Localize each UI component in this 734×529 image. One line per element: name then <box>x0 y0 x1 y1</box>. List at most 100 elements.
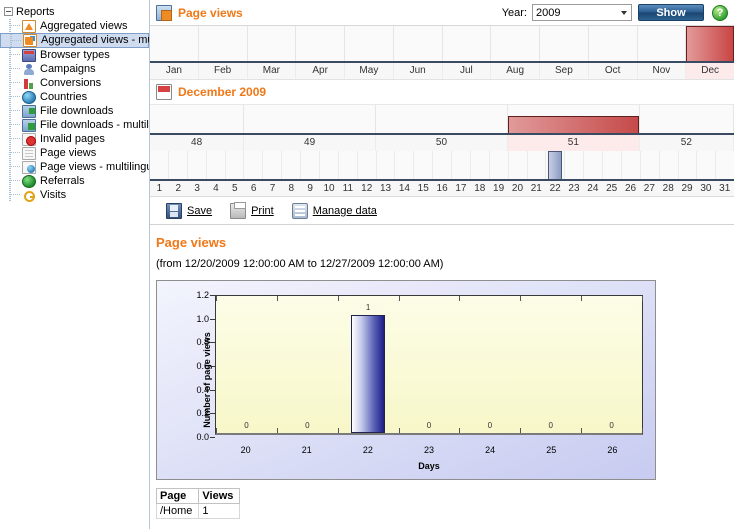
day-label-19[interactable]: 19 <box>489 181 508 196</box>
sidebar-item-browser-types[interactable]: Browser types <box>0 48 149 62</box>
sidebar-item-invalid-pages[interactable]: Invalid pages <box>0 132 149 146</box>
help-icon[interactable]: ? <box>712 4 728 21</box>
day-bar-29[interactable] <box>678 151 698 179</box>
month-bar-aug[interactable] <box>491 26 540 61</box>
day-bar-14[interactable] <box>395 151 415 179</box>
day-label-5[interactable]: 5 <box>225 181 244 196</box>
day-label-4[interactable]: 4 <box>207 181 226 196</box>
day-label-20[interactable]: 20 <box>508 181 527 196</box>
day-bar-20[interactable] <box>508 151 528 179</box>
day-bar-16[interactable] <box>433 151 452 179</box>
day-bar-4[interactable] <box>206 151 226 179</box>
day-label-22[interactable]: 22 <box>546 181 565 196</box>
sidebar-item-file-downloads[interactable]: File downloads <box>0 104 149 118</box>
month-bar-apr[interactable] <box>296 26 345 61</box>
day-label-25[interactable]: 25 <box>602 181 621 196</box>
day-label-21[interactable]: 21 <box>527 181 546 196</box>
sidebar-item-page-views[interactable]: Page views <box>0 146 149 160</box>
day-bar-25[interactable] <box>603 151 622 179</box>
day-bars[interactable] <box>150 151 734 181</box>
sidebar-item-countries[interactable]: Countries <box>0 90 149 104</box>
day-label-2[interactable]: 2 <box>169 181 188 196</box>
month-bars[interactable] <box>150 26 734 63</box>
day-bar-13[interactable] <box>376 151 396 179</box>
print-button[interactable]: Print <box>230 201 274 219</box>
sidebar-item-file-downloads-multilin[interactable]: File downloads - multilin <box>0 118 149 132</box>
sidebar-item-campaigns[interactable]: Campaigns <box>0 62 149 76</box>
day-label-24[interactable]: 24 <box>583 181 602 196</box>
day-bar-27[interactable] <box>640 151 660 179</box>
day-label-29[interactable]: 29 <box>678 181 697 196</box>
day-label-12[interactable]: 12 <box>357 181 376 196</box>
day-bar-6[interactable] <box>244 151 264 179</box>
month-label-jul[interactable]: Jul <box>443 63 492 79</box>
day-label-27[interactable]: 27 <box>640 181 659 196</box>
month-label-jan[interactable]: Jan <box>150 63 199 79</box>
week-label-52[interactable]: 52 <box>640 135 734 151</box>
day-bar-15[interactable] <box>414 151 434 179</box>
sidebar-item-aggregated-views-mult[interactable]: Aggregated views - mult <box>0 33 149 48</box>
week-bar-50[interactable] <box>376 105 508 133</box>
month-bar-dec[interactable] <box>686 26 734 61</box>
month-bar-jun[interactable] <box>393 26 443 61</box>
day-label-10[interactable]: 10 <box>320 181 339 196</box>
week-bar-48[interactable] <box>150 105 245 133</box>
day-label-28[interactable]: 28 <box>659 181 678 196</box>
day-bar-7[interactable] <box>263 151 283 179</box>
month-label-oct[interactable]: Oct <box>589 63 638 79</box>
day-bar-24[interactable] <box>584 151 603 179</box>
sidebar-item-referrals[interactable]: Referrals <box>0 174 149 188</box>
day-bar-11[interactable] <box>338 151 358 179</box>
day-label-23[interactable]: 23 <box>565 181 584 196</box>
month-label-apr[interactable]: Apr <box>296 63 345 79</box>
day-labels[interactable]: 1 2 3 4 5 6 7 8 9 10 11 12 13 14 15 16 17 18 19 20 21 22 23 24 2… <box>150 181 734 197</box>
week-bar-51[interactable] <box>507 105 640 133</box>
month-labels[interactable]: Jan Feb Mar Apr May Jun Jul Aug Sep Oct Nov Dec <box>150 63 734 79</box>
month-bar-mar[interactable] <box>247 26 297 61</box>
day-bar-19[interactable] <box>489 151 509 179</box>
day-bar-22[interactable] <box>546 151 566 179</box>
day-bar-23[interactable] <box>565 151 585 179</box>
tree-root-reports[interactable]: Reports <box>0 4 149 19</box>
day-bar-10[interactable] <box>319 151 339 179</box>
day-bar-5[interactable] <box>225 151 245 179</box>
day-bar-12[interactable] <box>357 151 377 179</box>
month-bar-jul[interactable] <box>442 26 492 61</box>
month-label-nov[interactable]: Nov <box>638 63 687 79</box>
sidebar-item-aggregated-views[interactable]: Aggregated views <box>0 19 149 33</box>
day-label-31[interactable]: 31 <box>715 181 734 196</box>
day-label-7[interactable]: 7 <box>263 181 282 196</box>
day-label-6[interactable]: 6 <box>244 181 263 196</box>
day-bar-30[interactable] <box>697 151 717 179</box>
month-bar-feb[interactable] <box>198 26 248 61</box>
week-bars[interactable] <box>150 105 734 135</box>
day-label-26[interactable]: 26 <box>621 181 640 196</box>
day-label-11[interactable]: 11 <box>338 181 357 196</box>
week-labels[interactable]: 48 49 50 51 52 <box>150 135 734 151</box>
manage-data-button[interactable]: Manage data <box>291 202 377 219</box>
day-bar-8[interactable] <box>282 151 301 179</box>
month-label-mar[interactable]: Mar <box>248 63 297 79</box>
show-button[interactable]: Show <box>638 4 704 21</box>
month-label-aug[interactable]: Aug <box>491 63 540 79</box>
day-bar-9[interactable] <box>301 151 320 179</box>
month-label-may[interactable]: May <box>345 63 394 79</box>
day-bar-2[interactable] <box>168 151 188 179</box>
month-bar-nov[interactable] <box>637 26 687 61</box>
month-bar-may[interactable] <box>345 26 394 61</box>
day-label-14[interactable]: 14 <box>395 181 414 196</box>
day-bar-31[interactable] <box>716 151 734 179</box>
week-bar-52[interactable] <box>639 105 734 133</box>
day-label-18[interactable]: 18 <box>470 181 489 196</box>
day-bar-26[interactable] <box>621 151 641 179</box>
day-bar-18[interactable] <box>470 151 490 179</box>
month-label-sep[interactable]: Sep <box>540 63 589 79</box>
day-label-3[interactable]: 3 <box>188 181 207 196</box>
month-label-dec[interactable]: Dec <box>686 63 734 79</box>
day-label-16[interactable]: 16 <box>433 181 452 196</box>
week-label-48[interactable]: 48 <box>150 135 245 151</box>
day-label-17[interactable]: 17 <box>452 181 471 196</box>
day-label-30[interactable]: 30 <box>696 181 715 196</box>
month-label-jun[interactable]: Jun <box>394 63 443 79</box>
week-label-51[interactable]: 51 <box>507 135 640 151</box>
